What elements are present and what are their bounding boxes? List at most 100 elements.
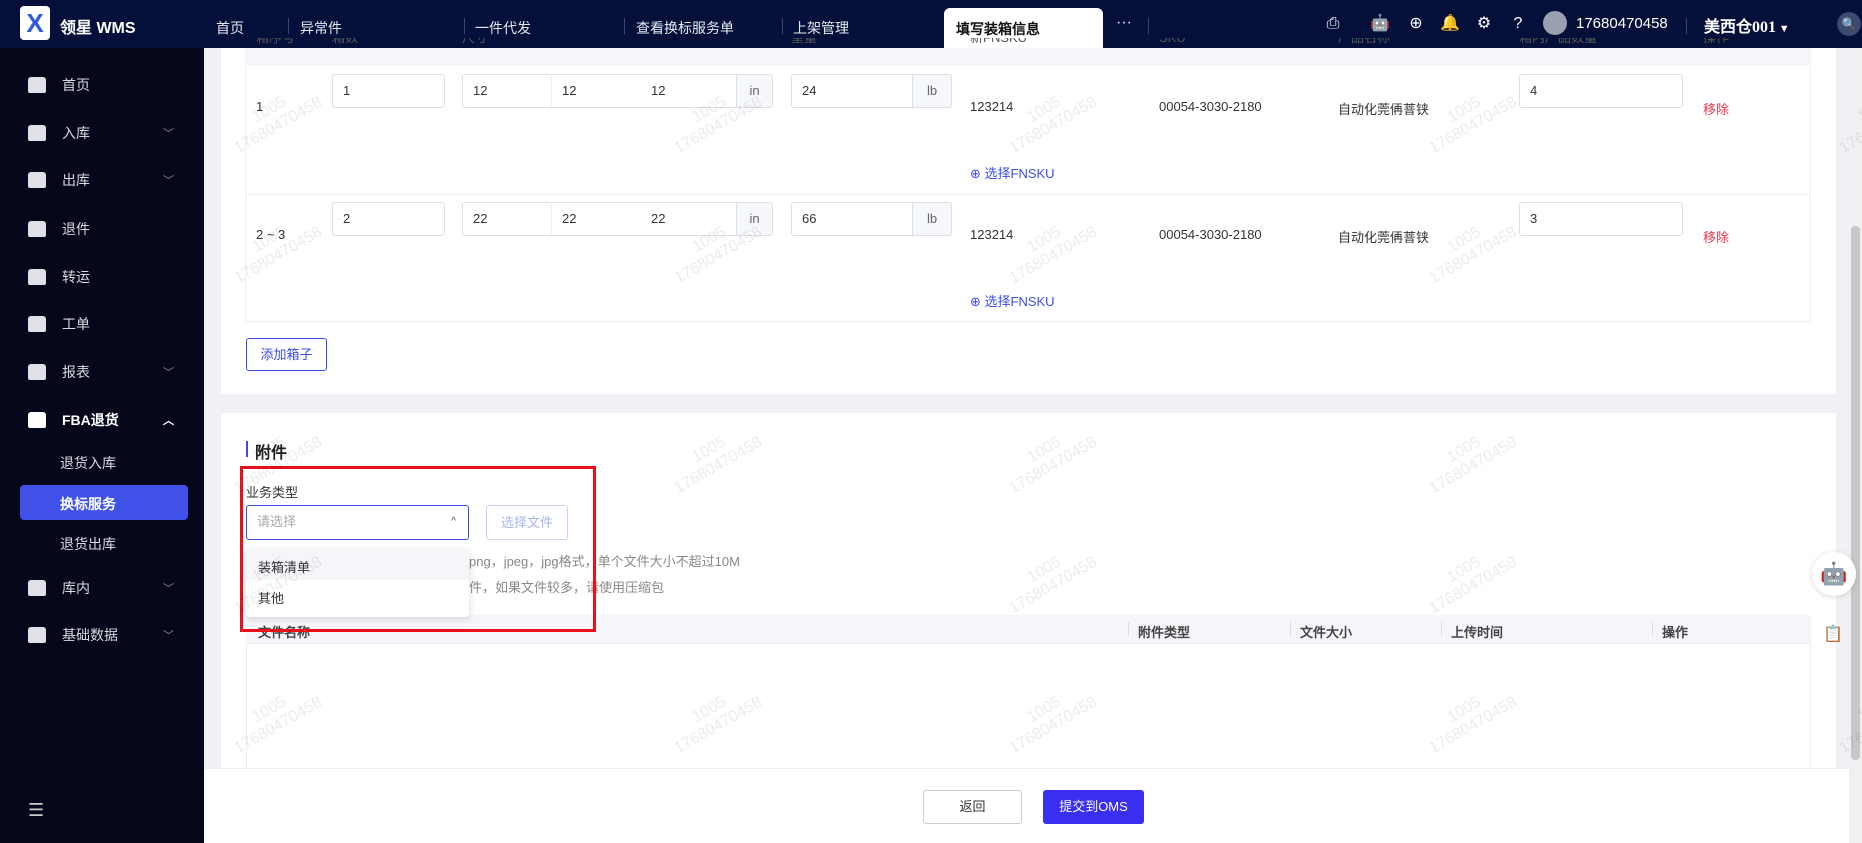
table-icon — [28, 627, 46, 643]
collapse-menu-icon[interactable]: ☰ — [28, 800, 44, 821]
box-seq: 1 — [256, 99, 264, 114]
box-col-header: 操作 — [1703, 38, 1729, 48]
dimension-unit: in — [736, 202, 773, 236]
height-input[interactable]: 12 — [641, 74, 737, 108]
select-fnsku-link[interactable]: ⊕ 选择FNSKU — [970, 291, 1055, 310]
transfer-icon — [28, 269, 46, 285]
sidebar-subitem-return-inbound[interactable]: 退货入库 — [60, 453, 116, 473]
notes-icon[interactable]: 📋 — [1820, 622, 1846, 648]
attachment-title: 附件 — [255, 445, 288, 462]
user-phone[interactable]: 17680470458 — [1576, 15, 1668, 32]
more-tabs-icon[interactable]: ··· — [1116, 14, 1132, 32]
ticket-icon — [28, 316, 46, 332]
box-col-header: 尺寸 — [462, 38, 488, 48]
new-fnsku: 123214 — [970, 99, 1014, 114]
tab-divider — [782, 18, 783, 34]
sidebar-item-label: 基础数据 — [62, 627, 118, 643]
plus-circle-icon: ⊕ — [970, 166, 985, 181]
avatar[interactable] — [1543, 11, 1567, 35]
tab-home[interactable]: 首页 — [216, 18, 244, 38]
chevron-down-icon: ﹀ — [163, 128, 174, 140]
sidebar-subitem-relabel-service[interactable]: 换标服务 — [20, 485, 188, 520]
box-qty-input[interactable]: 4 — [1519, 74, 1683, 108]
weight-input[interactable]: 24 — [791, 74, 913, 108]
file-col-upload-time: 上传时间 — [1451, 625, 1504, 640]
sidebar-item-outbound[interactable]: 出库 ﹀ — [0, 160, 204, 200]
help-icon[interactable]: ? — [1508, 14, 1528, 34]
sidebar-item-home[interactable]: 首页 — [0, 65, 204, 105]
width-input[interactable]: 12 — [551, 74, 642, 108]
file-table-body — [246, 644, 1811, 774]
inbox-icon[interactable]: ⎙ — [1323, 14, 1343, 34]
outbound-icon — [28, 172, 46, 188]
warehouse-selector[interactable]: 美西仓001 ▼ — [1704, 13, 1790, 37]
tab-putaway[interactable]: 上架管理 — [793, 18, 849, 38]
weight-unit: lb — [912, 74, 952, 108]
assistant-bot-icon[interactable]: 🤖 — [1812, 552, 1856, 596]
tab-divider — [1148, 18, 1149, 34]
height-input[interactable]: 22 — [641, 202, 737, 236]
add-box-button[interactable]: 添加箱子 — [246, 338, 327, 371]
select-fnsku-label: 选择FNSKU — [984, 294, 1055, 309]
box-count-input[interactable]: 1 — [332, 74, 445, 108]
sidebar-item-reports[interactable]: 报表 ﹀ — [0, 352, 204, 392]
title-accent-bar — [246, 441, 248, 457]
chevron-down-icon: ﹀ — [163, 367, 174, 379]
tab-divider — [288, 18, 289, 34]
settings-icon[interactable]: ⚙ — [1474, 14, 1494, 34]
robot-icon[interactable]: 🤖 — [1370, 14, 1390, 34]
box-col-header: 箱内产品数量 — [1519, 38, 1597, 48]
box-count-input[interactable]: 2 — [332, 202, 445, 236]
tab-relabel-orders[interactable]: 查看换标服务单 — [636, 18, 734, 38]
sku: 00054-3030-2180 — [1159, 227, 1262, 242]
box-qty-input[interactable]: 3 — [1519, 202, 1683, 236]
box-col-header: 箱序号 — [256, 38, 295, 48]
logo-icon: X — [20, 6, 50, 40]
sidebar-item-label: 退件 — [62, 221, 90, 237]
sidebar-item-tickets[interactable]: 工单 — [0, 304, 204, 344]
row-divider — [245, 194, 1811, 195]
sidebar-item-fba-returns[interactable]: FBA退货 ︿ — [0, 400, 204, 440]
weight-unit: lb — [912, 202, 952, 236]
warehouse-name: 美西仓001 — [1704, 19, 1777, 36]
bell-icon[interactable]: 🔔 — [1440, 14, 1460, 34]
select-fnsku-link[interactable]: ⊕ 选择FNSKU — [970, 163, 1055, 182]
plus-circle-icon: ⊕ — [970, 294, 985, 309]
sidebar-item-transfer[interactable]: 转运 — [0, 257, 204, 297]
length-input[interactable]: 22 — [462, 202, 552, 236]
home-icon — [28, 77, 46, 93]
remove-link[interactable]: 移除 — [1703, 227, 1729, 246]
back-button[interactable]: 返回 — [923, 790, 1022, 824]
footer-bar — [204, 768, 1849, 843]
return-box-icon — [28, 221, 46, 237]
sidebar-item-inbound[interactable]: 入库 ﹀ — [0, 113, 204, 153]
length-input[interactable]: 12 — [462, 74, 552, 108]
sidebar-item-warehouse[interactable]: 库内 ﹀ — [0, 568, 204, 608]
file-col-type: 附件类型 — [1138, 625, 1191, 640]
col-divider — [1290, 622, 1291, 636]
chevron-down-icon: ﹀ — [163, 583, 174, 595]
scrollbar-thumb[interactable] — [1851, 226, 1860, 760]
sidebar-subitem-return-outbound[interactable]: 退货出库 — [60, 534, 116, 554]
inbound-icon — [28, 125, 46, 141]
tab-exceptions[interactable]: 异常件 — [300, 18, 342, 38]
sidebar-item-label: 工单 — [62, 316, 90, 332]
download-icon[interactable]: ⊕ — [1406, 14, 1426, 34]
tab-dropship[interactable]: 一件代发 — [475, 18, 531, 38]
weight-input[interactable]: 66 — [791, 202, 913, 236]
box-col-header: 箱数 — [332, 38, 358, 48]
sidebar-item-basic-data[interactable]: 基础数据 ﹀ — [0, 615, 204, 655]
sidebar-item-returns[interactable]: 退件 — [0, 209, 204, 249]
box-table-header — [245, 48, 1811, 66]
width-input[interactable]: 22 — [551, 202, 642, 236]
remove-link[interactable]: 移除 — [1703, 99, 1729, 118]
chevron-down-icon: ﹀ — [163, 175, 174, 187]
sidebar-item-label: 报表 — [62, 364, 90, 380]
chevron-up-icon: ︿ — [163, 415, 174, 427]
product-name: 自动化莞侢萻铗 — [1338, 102, 1430, 117]
file-col-action: 操作 — [1662, 625, 1689, 640]
chevron-down-icon: ﹀ — [163, 630, 174, 642]
box-col-header: 重量 — [791, 38, 817, 48]
submit-oms-button[interactable]: 提交到OMS — [1043, 790, 1144, 824]
search-icon[interactable]: 🔍 — [1837, 12, 1861, 36]
